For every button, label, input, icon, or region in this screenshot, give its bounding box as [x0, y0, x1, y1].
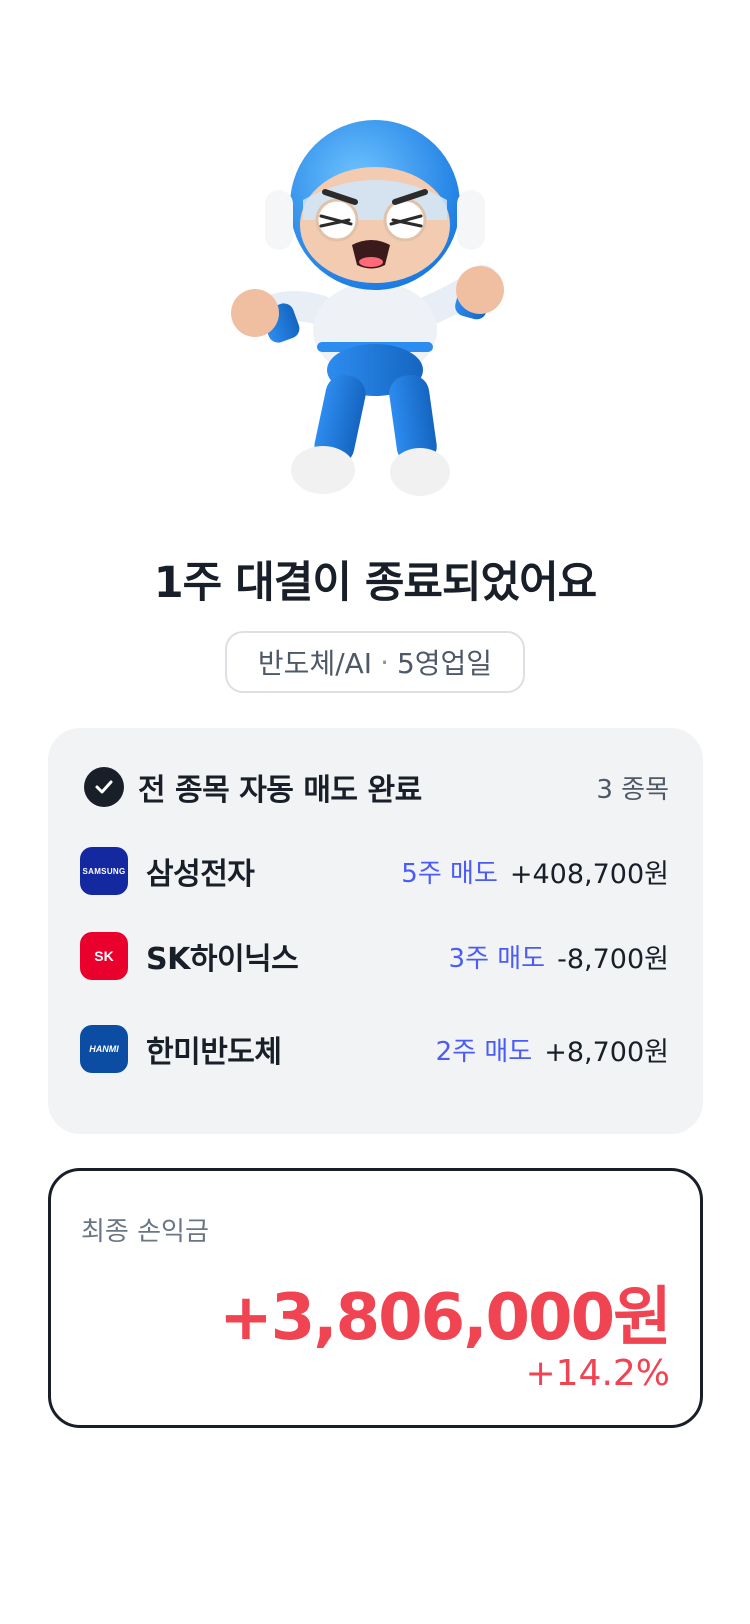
stock-pnl: -8,700원	[557, 943, 669, 975]
final-profit-label: 최종 손익금	[81, 1217, 209, 1247]
check-circle-icon	[84, 767, 124, 807]
sold-shares: 5주 매도	[401, 858, 498, 889]
summary-title: 전 종목 자동 매도 완료	[138, 773, 422, 808]
stock-row-sk-hynix[interactable]: SK SK하이닉스 3주 매도 -8,700원	[80, 931, 669, 981]
category-tag: 반도체/AI · 5영업일	[225, 631, 525, 693]
sold-shares: 3주 매도	[448, 943, 546, 974]
stock-row-hanmi[interactable]: HANMI 한미반도체 2주 매도 +8,700원	[80, 1024, 669, 1074]
auto-sell-summary-card: 전 종목 자동 매도 완료 3 종목 SAMSUNG 삼성전자 5주 매도 +4…	[48, 728, 703, 1134]
page-title: 1주 대결이 종료되었어요	[153, 558, 597, 608]
stock-row-samsung[interactable]: SAMSUNG 삼성전자 5주 매도 +408,700원	[80, 846, 669, 896]
stock-pnl: +8,700원	[544, 1036, 669, 1068]
samsung-logo-icon: SAMSUNG	[80, 847, 128, 895]
final-profit-rate: +14.2%	[525, 1353, 670, 1394]
result-screen: 1주 대결이 종료되었어요 반도체/AI · 5영업일 전 종목 자동 매도 완…	[0, 0, 750, 1624]
sold-shares: 2주 매도	[435, 1036, 533, 1067]
sk-hynix-logo-icon: SK	[80, 932, 128, 980]
final-profit-amount: +3,806,000원	[219, 1281, 672, 1355]
final-profit-card: 최종 손익금 +3,806,000원 +14.2%	[48, 1168, 703, 1428]
summary-header: 전 종목 자동 매도 완료 3 종목	[84, 762, 669, 812]
stock-pnl: +408,700원	[509, 858, 669, 890]
tag-separator: ·	[380, 645, 389, 679]
astronaut-mascot-image	[231, 120, 504, 496]
stock-name: SK하이닉스	[146, 942, 299, 977]
hanmi-logo-icon: HANMI	[80, 1025, 128, 1073]
tag-duration: 5영업일	[396, 647, 493, 680]
stock-name: 한미반도체	[146, 1035, 282, 1070]
stock-count: 3 종목	[596, 774, 669, 805]
tag-category: 반도체/AI	[257, 647, 373, 680]
stock-name: 삼성전자	[146, 857, 255, 892]
